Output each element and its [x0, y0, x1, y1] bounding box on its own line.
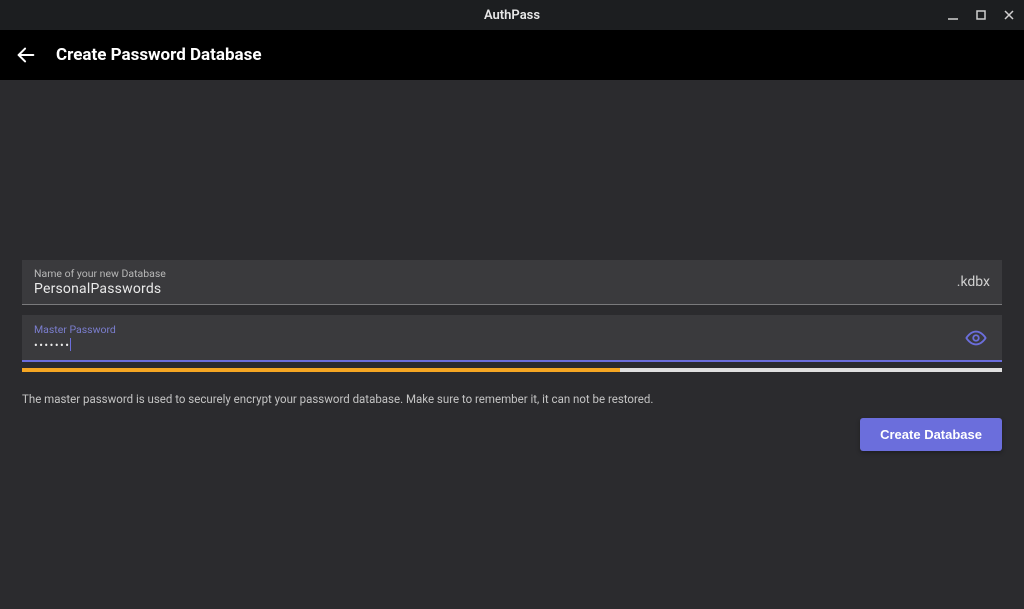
password-underline — [22, 360, 1002, 362]
spacer — [22, 80, 1002, 260]
create-database-button[interactable]: Create Database — [860, 418, 1002, 451]
master-password-field[interactable]: Master Password ••••••• — [22, 315, 1002, 360]
password-strength-fill — [22, 368, 620, 372]
minimize-button[interactable] — [946, 8, 960, 22]
password-strength-bar — [22, 368, 1002, 372]
database-name-field[interactable]: Name of your new Database PersonalPasswo… — [22, 260, 1002, 305]
page-title: Create Password Database — [56, 45, 262, 65]
database-name-value: PersonalPasswords — [34, 281, 947, 297]
content-area: Name of your new Database PersonalPasswo… — [0, 80, 1024, 609]
back-button[interactable] — [14, 43, 38, 67]
window-controls — [946, 8, 1016, 22]
titlebar: AuthPass — [0, 0, 1024, 30]
database-name-suffix: .kdbx — [957, 274, 990, 290]
helper-text: The master password is used to securely … — [22, 392, 1002, 406]
database-name-label: Name of your new Database — [34, 267, 947, 280]
close-button[interactable] — [1002, 8, 1016, 22]
master-password-value: ••••••• — [34, 337, 954, 353]
maximize-button[interactable] — [974, 8, 988, 22]
master-password-label: Master Password — [34, 323, 954, 336]
text-caret — [70, 338, 71, 351]
window-title: AuthPass — [484, 8, 540, 23]
toggle-password-visibility-button[interactable] — [962, 324, 990, 352]
appbar: Create Password Database — [0, 30, 1024, 80]
action-row: Create Database — [22, 418, 1002, 451]
